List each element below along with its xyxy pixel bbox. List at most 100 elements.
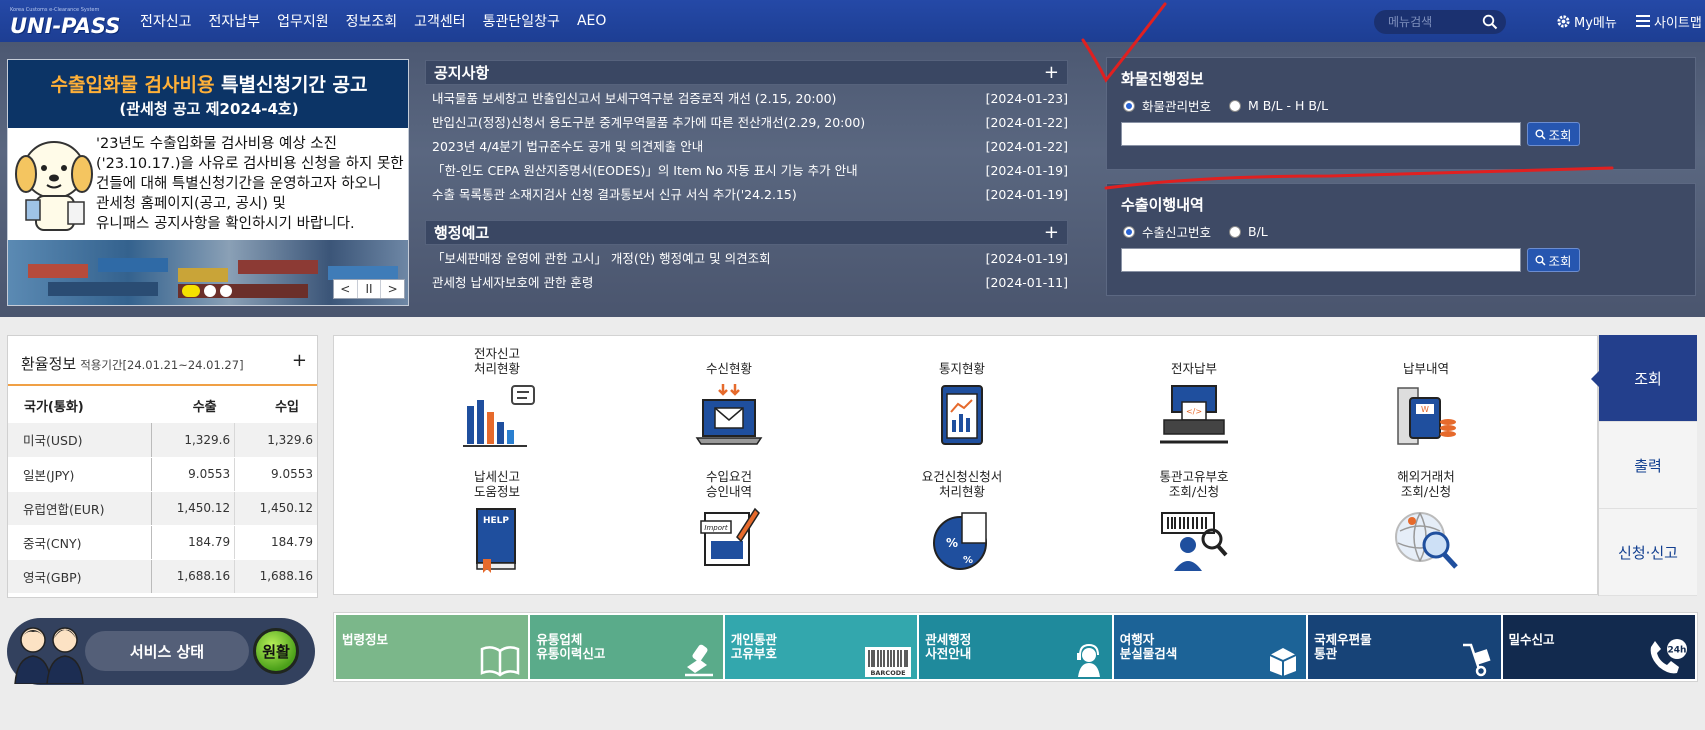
shortcut-legal-info[interactable]: 법령정보 xyxy=(336,615,531,679)
service-label: 통관고유부호 조회/신청 xyxy=(1159,469,1229,499)
export-bl-label[interactable]: B/L xyxy=(1248,224,1268,239)
service-import-approval[interactable]: 수입요건 승인내역 Import xyxy=(659,467,799,587)
table-header-row: 국가(통화) 수출 수입 xyxy=(8,388,317,423)
announcement-banner[interactable]: 수출입화물 검사비용 특별신청기간 공고 (관세청 공고 제2024-4호) '… xyxy=(7,59,409,306)
cargo-search-label: 조회 xyxy=(1548,127,1572,143)
banner-title: 수출입화물 검사비용 특별신청기간 공고 xyxy=(8,70,408,97)
menu-e-filing[interactable]: 전자신고 xyxy=(140,11,192,31)
notice-title[interactable]: 「한-인도 CEPA 원산지증명서(EODES)」의 Item No 자동 표시… xyxy=(432,162,858,186)
shortcut-strip: 법령정보 유통업체 유통이력신고 개인통관 고유부호 BARCODE 관세행정 … xyxy=(333,612,1698,682)
notice-date: [2024-01-23] xyxy=(985,91,1068,106)
service-tax-help-info[interactable]: 납세신고 도움정보 HELP xyxy=(427,467,567,587)
book-icon xyxy=(481,646,520,677)
export-rate-cell: 184.79 xyxy=(151,525,236,560)
service-receipt-status[interactable]: 수신현황 xyxy=(659,344,799,464)
shortcut-smuggling-report[interactable]: 밀수신고 24h xyxy=(1502,615,1695,679)
pagination-dot[interactable] xyxy=(182,285,200,297)
cargo-mgmt-no-radio[interactable] xyxy=(1123,99,1135,112)
my-menu-button[interactable]: My메뉴 xyxy=(1556,0,1617,42)
tab-application[interactable]: 신청·신고 xyxy=(1599,509,1697,596)
shortcut-personal-customs-code[interactable]: 개인통관 고유부호 BARCODE xyxy=(724,615,920,679)
admin-notice-title[interactable]: 「보세판매장 운영에 관한 고시」 개정(안) 행정예고 및 의견조회 xyxy=(432,250,771,274)
receipt-coins-icon: W xyxy=(1397,387,1456,445)
banner-prev-button[interactable]: < xyxy=(334,280,358,298)
service-customs-code[interactable]: 통관고유부호 조회/신청 xyxy=(1124,467,1264,587)
unipass-logo[interactable]: Korea Customs e-Clearance System UNI-PAS… xyxy=(8,6,120,38)
admin-notice-title[interactable]: 관세청 납세자보호에 관한 훈령 xyxy=(432,274,593,298)
search-icon[interactable] xyxy=(1482,14,1498,30)
shortcut-advance-guidance[interactable]: 관세행정 사전안내 xyxy=(919,615,1114,679)
service-overseas-partner[interactable]: 해외거래처 조회/신청 xyxy=(1356,467,1496,587)
import-rate-cell: 1,688.16 xyxy=(234,559,317,594)
bl-radio[interactable] xyxy=(1229,99,1242,112)
export-decl-no-radio[interactable] xyxy=(1123,225,1135,238)
service-e-filing-status[interactable]: 전자신고 처리현황 xyxy=(427,344,567,464)
export-number-input[interactable] xyxy=(1121,248,1521,272)
menu-e-payment[interactable]: 전자납부 xyxy=(209,11,261,31)
banner-pause-button[interactable]: II xyxy=(358,280,382,298)
admin-notices-panel: 행정예고 + 「보세판매장 운영에 관한 고시」 개정(안) 행정예고 및 의견… xyxy=(425,220,1068,298)
service-notice-status[interactable]: 통지현황 xyxy=(892,344,1032,464)
notice-item[interactable]: 2023년 4/4분기 법규준수도 공개 및 의견제출 안내 [2024-01-2… xyxy=(425,138,1068,162)
cargo-mgmt-no-label[interactable]: 화물관리번호 xyxy=(1142,96,1211,115)
shortcut-distribution-report[interactable]: 유통업체 유통이력신고 xyxy=(530,615,725,679)
hamburger-icon xyxy=(1636,15,1650,27)
admin-notice-item[interactable]: 「보세판매장 운영에 관한 고시」 개정(안) 행정예고 및 의견조회 [2024… xyxy=(425,250,1068,274)
banner-next-button[interactable]: > xyxy=(381,280,404,298)
menu-aeo[interactable]: AEO xyxy=(577,13,606,29)
notice-date: [2024-01-19] xyxy=(985,187,1068,202)
export-search-button[interactable]: 조회 xyxy=(1527,248,1580,272)
percent-gear-icon: % % xyxy=(933,512,987,570)
cargo-search-button[interactable]: 조회 xyxy=(1527,122,1580,146)
admin-notices-more-button[interactable]: + xyxy=(1044,222,1059,243)
shortcut-intl-mail-customs[interactable]: 국제우편물 통관 xyxy=(1308,615,1503,679)
notice-item[interactable]: 반입신고(정정)신청서 용도구분 중계무역물품 추가에 따른 전산개선(2.29… xyxy=(425,114,1068,138)
tab-inquiry[interactable]: 조회 xyxy=(1591,335,1697,422)
shortcut-lost-and-found[interactable]: 여행자 분실물검색 xyxy=(1113,615,1309,679)
notice-item[interactable]: 내국물품 보세창고 반출입신고서 보세구역구분 검증로직 개선 (2.15, 2… xyxy=(425,90,1068,114)
menu-single-window[interactable]: 통관단일창구 xyxy=(483,11,560,31)
notice-title[interactable]: 수출 목록통관 소재지검사 신청 결과통보서 신규 서식 추가('24.2.15… xyxy=(432,186,797,210)
notice-item[interactable]: 「한-인도 CEPA 원산지증명서(EODES)」의 Item No 자동 표시… xyxy=(425,162,1068,186)
service-requirement-status[interactable]: 요건신청신청서 처리현황 % % xyxy=(892,467,1032,587)
admin-notice-item[interactable]: 관세청 납세자보호에 관한 훈령 [2024-01-11] xyxy=(425,274,1068,298)
cargo-number-input[interactable] xyxy=(1121,122,1521,146)
menu-search-input[interactable] xyxy=(1388,13,1478,31)
menu-customer-center[interactable]: 고객센터 xyxy=(414,11,466,31)
exchange-rate-title: 환율정보 적용기간[24.01.21~24.01.27] xyxy=(21,353,244,374)
notice-item[interactable]: 수출 목록통관 소재지검사 신청 결과통보서 신규 서식 추가('24.2.15… xyxy=(425,186,1068,210)
shortcut-label: 밀수신고 xyxy=(1508,632,1555,647)
notice-date: [2024-01-22] xyxy=(985,139,1068,154)
staff-people-icon xyxy=(14,627,84,684)
notice-title[interactable]: 내국물품 보세창고 반출입신고서 보세구역구분 검증로직 개선 (2.15, 2… xyxy=(432,90,836,114)
exchange-rate-more-button[interactable]: + xyxy=(292,350,307,371)
pagination-dot[interactable] xyxy=(204,285,216,297)
barcode-icon: BARCODE xyxy=(865,647,912,677)
column-header: 국가(통화) xyxy=(24,400,84,415)
export-bl-radio[interactable] xyxy=(1229,225,1242,238)
bl-label[interactable]: M B/L - H B/L xyxy=(1248,98,1328,113)
notice-title[interactable]: 반입신고(정정)신청서 용도구분 중계무역물품 추가에 따른 전산개선(2.29… xyxy=(432,114,865,138)
tab-print[interactable]: 출력 xyxy=(1599,422,1697,509)
notice-title[interactable]: 2023년 4/4분기 법규준수도 공개 및 의견제출 안내 xyxy=(432,138,703,162)
service-payment-history[interactable]: 납부내역 W xyxy=(1356,344,1496,464)
service-label: 전자납부 xyxy=(1170,361,1217,376)
currency-cell: 영국(GBP) xyxy=(8,559,153,594)
menu-business-support[interactable]: 업무지원 xyxy=(277,11,329,31)
banner-line: '23년도 수출입화물 검사비용 예상 소진 xyxy=(96,136,337,152)
menu-info-inquiry[interactable]: 정보조회 xyxy=(346,11,398,31)
help-book-icon: HELP xyxy=(476,508,516,573)
export-search-label: 조회 xyxy=(1548,253,1572,269)
notice-date: [2024-01-22] xyxy=(985,115,1068,130)
operator-icon xyxy=(1076,643,1100,677)
service-e-payment[interactable]: 전자납부 </> xyxy=(1124,344,1264,464)
pagination-dot[interactable] xyxy=(220,285,232,297)
svg-text:</>: </> xyxy=(1186,407,1202,416)
export-history-panel: 수출이행내역 수출신고번호 B/L 조회 xyxy=(1106,183,1696,296)
sitemap-button[interactable]: 사이트맵 xyxy=(1636,0,1702,42)
notices-title: 공지사항 xyxy=(434,64,490,82)
export-decl-no-label[interactable]: 수출신고번호 xyxy=(1142,222,1211,241)
shortcut-label: 유통업체 유통이력신고 xyxy=(536,632,606,661)
service-status-widget: 서비스 상태 원활 xyxy=(7,618,315,685)
notices-more-button[interactable]: + xyxy=(1044,62,1059,83)
